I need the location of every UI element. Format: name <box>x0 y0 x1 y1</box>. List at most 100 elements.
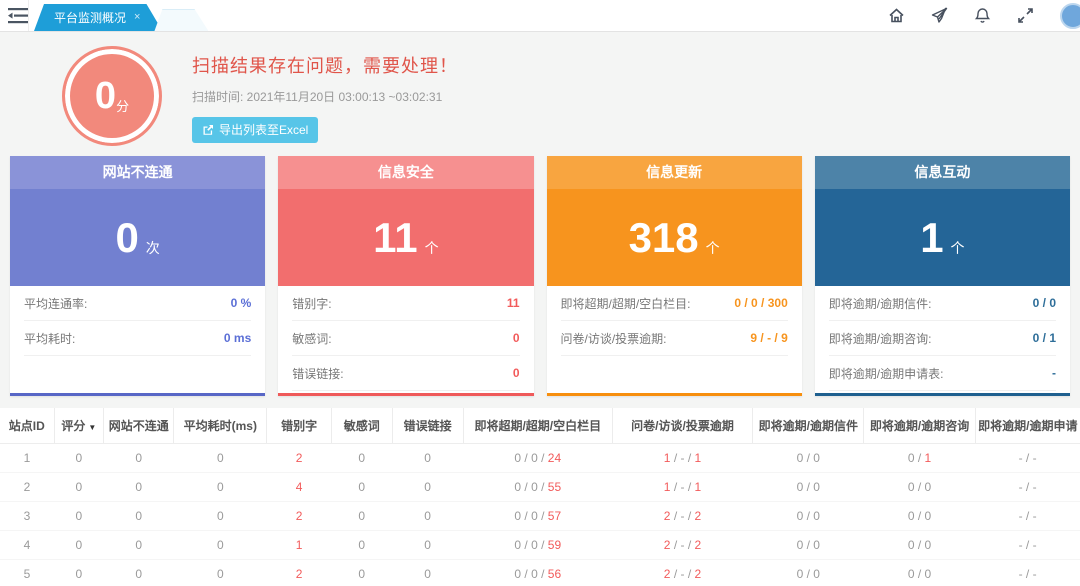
scan-summary: 0 分 扫描结果存在问题，需要处理！ 扫描时间: 2021年11月20日 03:… <box>0 32 1080 152</box>
score-unit: 分 <box>116 96 129 115</box>
table-row: 20004000 / 0 / 551 / - / 10 / 00 / 0- / … <box>0 473 1080 502</box>
table-cell: 2 <box>267 502 332 531</box>
card-unit: 次 <box>146 238 160 258</box>
table-cell: 4 <box>0 531 54 560</box>
column-header[interactable]: 平均耗时(ms) <box>174 408 267 444</box>
metric-card: 信息更新318个即将超期/超期/空白栏目:0 / 0 / 300问卷/访谈/投票… <box>547 156 802 396</box>
stat-value: 0 <box>513 366 520 380</box>
table-cell: 2 <box>267 444 332 473</box>
table-cell: 0 / 0 <box>864 502 975 531</box>
ghost-tab <box>154 9 208 31</box>
export-excel-button[interactable]: 导出列表至Excel <box>192 117 318 143</box>
stat-value: 9 / - / 9 <box>750 331 787 345</box>
metric-card: 信息互动1个即将逾期/逾期信件:0 / 0即将逾期/逾期咨询:0 / 1即将逾期… <box>815 156 1070 396</box>
card-title: 网站不连通 <box>10 156 265 189</box>
table-cell: 0 <box>104 560 174 586</box>
divider <box>28 0 29 31</box>
table-cell: 0 / 0 <box>864 560 975 586</box>
stat-label: 错别字: <box>292 295 331 312</box>
sort-desc-icon[interactable]: ▼ <box>88 423 96 432</box>
sidebar-toggle-icon[interactable] <box>8 7 28 25</box>
table-cell: 5 <box>0 560 54 586</box>
stat-label: 即将超期/超期/空白栏目: <box>561 295 691 312</box>
stat-value: 0 / 0 / 300 <box>734 296 787 310</box>
user-avatar[interactable] <box>1060 3 1080 29</box>
column-header[interactable]: 站点ID <box>0 408 54 444</box>
column-header[interactable]: 错别字 <box>267 408 332 444</box>
stat-label: 问卷/访谈/投票逾期: <box>561 330 667 347</box>
bell-icon[interactable] <box>974 7 991 24</box>
table-cell: 0 <box>332 473 392 502</box>
send-icon[interactable] <box>931 7 948 24</box>
export-label: 导出列表至Excel <box>219 121 308 138</box>
card-big-number: 0次 <box>10 189 265 286</box>
table-cell: - / - <box>975 531 1080 560</box>
tab-platform-overview[interactable]: 平台监测概况 × <box>34 4 162 31</box>
stat-value: 0 <box>513 331 520 345</box>
table-cell: 0 / 0 <box>753 531 864 560</box>
table-cell: - / - <box>975 444 1080 473</box>
stat-label: 即将逾期/逾期申请表: <box>829 365 944 382</box>
tab-close-icon[interactable]: × <box>134 12 140 23</box>
table-cell: 0 / 0 <box>864 473 975 502</box>
table-cell: 0 / 0 <box>753 444 864 473</box>
stat-value: 0 / 0 <box>1033 296 1056 310</box>
column-header[interactable]: 网站不连通 <box>104 408 174 444</box>
stat-value: - <box>1052 366 1056 380</box>
table-cell: 1 <box>0 444 54 473</box>
metric-cards: 网站不连通0次平均连通率:0 %平均耗时:0 ms信息安全11个错别字:11敏感… <box>0 156 1080 396</box>
stat-label: 平均耗时: <box>24 330 75 347</box>
table-cell: 0 / 0 / 56 <box>463 560 612 586</box>
column-header[interactable]: 问卷/访谈/投票逾期 <box>612 408 752 444</box>
table-cell: 2 / - / 2 <box>612 502 752 531</box>
table-cell: 0 <box>104 502 174 531</box>
table-cell: 0 / 0 <box>864 531 975 560</box>
stat-label: 即将逾期/逾期信件: <box>829 295 932 312</box>
table-cell: 0 <box>54 444 104 473</box>
table-cell: 0 <box>174 473 267 502</box>
column-header[interactable]: 评分▼ <box>54 408 104 444</box>
column-header[interactable]: 即将逾期/逾期咨询 <box>864 408 975 444</box>
card-value: 318 <box>629 217 699 259</box>
card-stat-row: 平均耗时: 0 ms <box>24 321 251 356</box>
card-title: 信息安全 <box>278 156 533 189</box>
score-value: 0 <box>95 77 116 115</box>
score-badge: 0 分 <box>62 46 162 146</box>
tab-label: 平台监测概况 <box>54 9 126 26</box>
table-cell: 0 / 0 / 59 <box>463 531 612 560</box>
table-cell: 0 <box>104 531 174 560</box>
column-header[interactable]: 即将逾期/逾期申请 <box>975 408 1080 444</box>
stat-value: 11 <box>507 296 520 310</box>
table-cell: 0 / 0 / 55 <box>463 473 612 502</box>
home-icon[interactable] <box>888 7 905 24</box>
table-cell: - / - <box>975 473 1080 502</box>
table-cell: 2 / - / 2 <box>612 560 752 586</box>
card-stat-row: 即将逾期/逾期信件: 0 / 0 <box>829 286 1056 321</box>
column-header[interactable]: 即将超期/超期/空白栏目 <box>463 408 612 444</box>
table-cell: 0 <box>174 444 267 473</box>
table-cell: - / - <box>975 560 1080 586</box>
table-cell: 0 / 1 <box>864 444 975 473</box>
scan-time: 扫描时间: 2021年11月20日 03:00:13 ~03:02:31 <box>192 88 458 105</box>
table-cell: 0 <box>174 531 267 560</box>
table-cell: 0 <box>54 473 104 502</box>
stat-value: 0 ms <box>224 331 251 345</box>
table-cell: 0 <box>332 444 392 473</box>
table-cell: 4 <box>267 473 332 502</box>
table-row: 10002000 / 0 / 241 / - / 10 / 00 / 1- / … <box>0 444 1080 473</box>
fullscreen-icon[interactable] <box>1017 7 1034 24</box>
table-header-row: 站点ID评分▼网站不连通平均耗时(ms)错别字敏感词错误链接即将超期/超期/空白… <box>0 408 1080 444</box>
table-cell: 0 <box>54 502 104 531</box>
column-header[interactable]: 即将逾期/逾期信件 <box>753 408 864 444</box>
column-header[interactable]: 敏感词 <box>332 408 392 444</box>
card-stats: 即将逾期/逾期信件:0 / 0即将逾期/逾期咨询:0 / 1即将逾期/逾期申请表… <box>815 286 1070 393</box>
card-value: 0 <box>115 217 138 259</box>
card-stats: 错别字:11敏感词:0错误链接:0 <box>278 286 533 393</box>
sites-table-wrap: 站点ID评分▼网站不连通平均耗时(ms)错别字敏感词错误链接即将超期/超期/空白… <box>0 408 1080 586</box>
column-header[interactable]: 错误链接 <box>392 408 463 444</box>
table-body: 10002000 / 0 / 241 / - / 10 / 00 / 1- / … <box>0 444 1080 586</box>
metric-card: 网站不连通0次平均连通率:0 %平均耗时:0 ms <box>10 156 265 396</box>
table-cell: 0 / 0 / 24 <box>463 444 612 473</box>
card-stat-row: 错别字: 11 <box>292 286 519 321</box>
card-stats: 即将超期/超期/空白栏目: 0 / 0 / 300 问卷/访谈/投票逾期: 9 / -… <box>547 286 802 393</box>
